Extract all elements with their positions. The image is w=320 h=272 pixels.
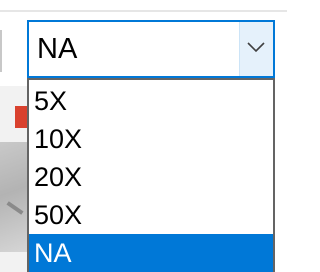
toolbar-divider	[0, 10, 287, 12]
option-5x[interactable]: 5X	[29, 82, 273, 120]
combobox-current-value: NA	[37, 33, 78, 65]
background-app-area	[0, 86, 29, 272]
option-10x[interactable]: 10X	[29, 120, 273, 158]
option-na[interactable]: NA	[29, 234, 273, 272]
background-image-region	[0, 142, 28, 252]
option-20x[interactable]: 20X	[29, 158, 273, 196]
option-50x[interactable]: 50X	[29, 196, 273, 234]
magnification-dropdown-list[interactable]: 5X 10X 20X 50X NA	[27, 78, 275, 272]
chevron-down-icon	[247, 42, 265, 53]
host-panel-edge	[0, 30, 2, 72]
dropdown-toggle-button[interactable]	[239, 22, 273, 76]
magnification-combobox[interactable]: NA	[27, 20, 275, 78]
